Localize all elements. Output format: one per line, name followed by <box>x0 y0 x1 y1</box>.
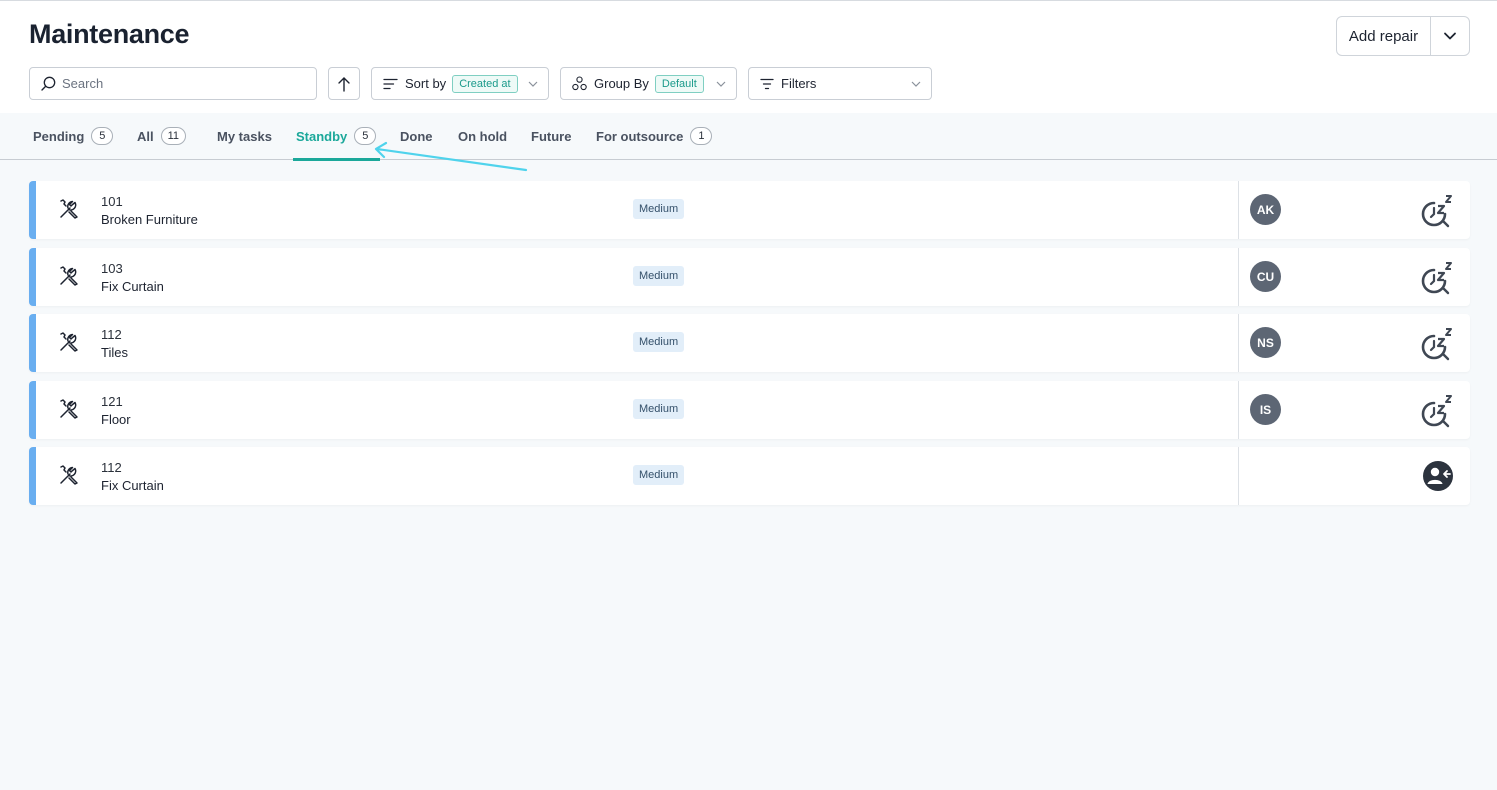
search-icon <box>41 76 56 91</box>
task-name: Fix Curtain <box>101 478 164 493</box>
divider <box>1238 447 1239 505</box>
task-name: Broken Furniture <box>101 212 198 227</box>
search-box <box>29 67 317 100</box>
group-by-value-chip: Default <box>654 74 704 93</box>
chevron-down-icon <box>716 81 726 87</box>
tab-count-badge: 11 <box>160 127 187 145</box>
tab-label: Pending <box>33 128 85 144</box>
tab-label: My tasks <box>217 128 272 144</box>
task-row[interactable]: 101 Broken Furniture Medium AK <box>29 181 1470 239</box>
tab-for-outsource[interactable]: For outsource 1 <box>596 113 713 159</box>
add-repair-split-button: Add repair <box>1336 16 1470 56</box>
group-circles-icon <box>572 76 587 91</box>
arrow-up-icon <box>338 76 350 92</box>
task-number: 103 <box>101 261 123 276</box>
tools-icon <box>60 332 78 352</box>
tools-icon <box>60 199 78 219</box>
divider <box>1238 181 1239 239</box>
annotation-arrow-icon <box>374 141 528 172</box>
task-name: Floor <box>101 412 131 427</box>
task-name: Fix Curtain <box>101 279 164 294</box>
row-accent-bar <box>29 447 36 505</box>
snooze-clock-icon[interactable] <box>1420 193 1456 229</box>
tools-icon <box>60 399 78 419</box>
row-accent-bar <box>29 381 36 439</box>
divider <box>1238 381 1239 439</box>
priority-badge: Medium <box>633 399 685 419</box>
tab-standby[interactable]: Standby 5 <box>292 113 381 161</box>
status-tabs: Pending 5 All 11 My tasks Standby 5 Done… <box>0 113 1497 161</box>
chevron-down-icon <box>528 81 538 87</box>
tab-label: Future <box>531 128 572 144</box>
add-repair-button[interactable]: Add repair <box>1337 17 1431 55</box>
snooze-clock-icon[interactable] <box>1420 393 1456 429</box>
page-header: Maintenance Add repair Sort by Created a… <box>0 1 1497 113</box>
sort-lines-icon <box>383 78 398 89</box>
page-title: Maintenance <box>29 19 190 49</box>
task-number: 112 <box>101 460 122 475</box>
task-row[interactable]: 103 Fix Curtain Medium CU <box>29 248 1470 306</box>
search-input[interactable] <box>62 76 302 91</box>
filters-label: Filters <box>781 76 817 91</box>
tab-all[interactable]: All 11 <box>137 113 187 159</box>
tab-label: All <box>137 128 154 144</box>
sort-by-label: Sort by <box>405 76 447 91</box>
tab-pending[interactable]: Pending 5 <box>33 113 114 159</box>
divider <box>1238 248 1239 306</box>
row-accent-bar <box>29 248 36 306</box>
snooze-clock-icon[interactable] <box>1420 260 1456 296</box>
tools-icon <box>60 266 78 286</box>
assignee-avatar[interactable]: IS <box>1250 394 1281 425</box>
row-accent-bar <box>29 314 36 372</box>
task-row[interactable]: 121 Floor Medium IS <box>29 381 1470 439</box>
priority-badge: Medium <box>633 465 685 485</box>
group-by-dropdown[interactable]: Group By Default <box>560 67 737 100</box>
sort-direction-button[interactable] <box>328 67 360 100</box>
tab-label: For outsource <box>596 128 684 144</box>
group-by-label: Group By <box>594 76 649 91</box>
sort-by-value-chip: Created at <box>452 74 518 93</box>
priority-badge: Medium <box>633 266 685 286</box>
tools-icon <box>60 465 78 485</box>
task-name: Tiles <box>101 345 128 360</box>
snooze-clock-icon[interactable] <box>1420 326 1456 362</box>
task-row[interactable]: 112 Fix Curtain Medium <box>29 447 1470 505</box>
assignee-avatar[interactable]: NS <box>1250 327 1281 358</box>
tab-count-badge: 5 <box>91 127 114 145</box>
task-number: 121 <box>101 394 123 409</box>
filters-dropdown[interactable]: Filters <box>748 67 932 100</box>
tab-future[interactable]: Future <box>531 113 571 159</box>
task-row[interactable]: 112 Tiles Medium NS <box>29 314 1470 372</box>
assign-user-icon[interactable] <box>1422 460 1454 492</box>
divider <box>1238 314 1239 372</box>
row-accent-bar <box>29 181 36 239</box>
chevron-down-icon <box>911 81 921 87</box>
tab-label: Standby <box>296 128 348 144</box>
priority-badge: Medium <box>633 199 685 219</box>
add-repair-dropdown-button[interactable] <box>1431 17 1469 55</box>
assignee-avatar[interactable]: CU <box>1250 261 1281 292</box>
priority-badge: Medium <box>633 332 685 352</box>
assignee-avatar[interactable]: AK <box>1250 194 1281 225</box>
chevron-down-icon <box>1444 32 1456 40</box>
tab-my-tasks[interactable]: My tasks <box>217 113 272 159</box>
filter-icon <box>760 78 774 89</box>
sort-by-dropdown[interactable]: Sort by Created at <box>371 67 549 100</box>
tab-count-badge: 1 <box>690 127 713 145</box>
task-number: 112 <box>101 327 122 342</box>
task-number: 101 <box>101 194 123 209</box>
